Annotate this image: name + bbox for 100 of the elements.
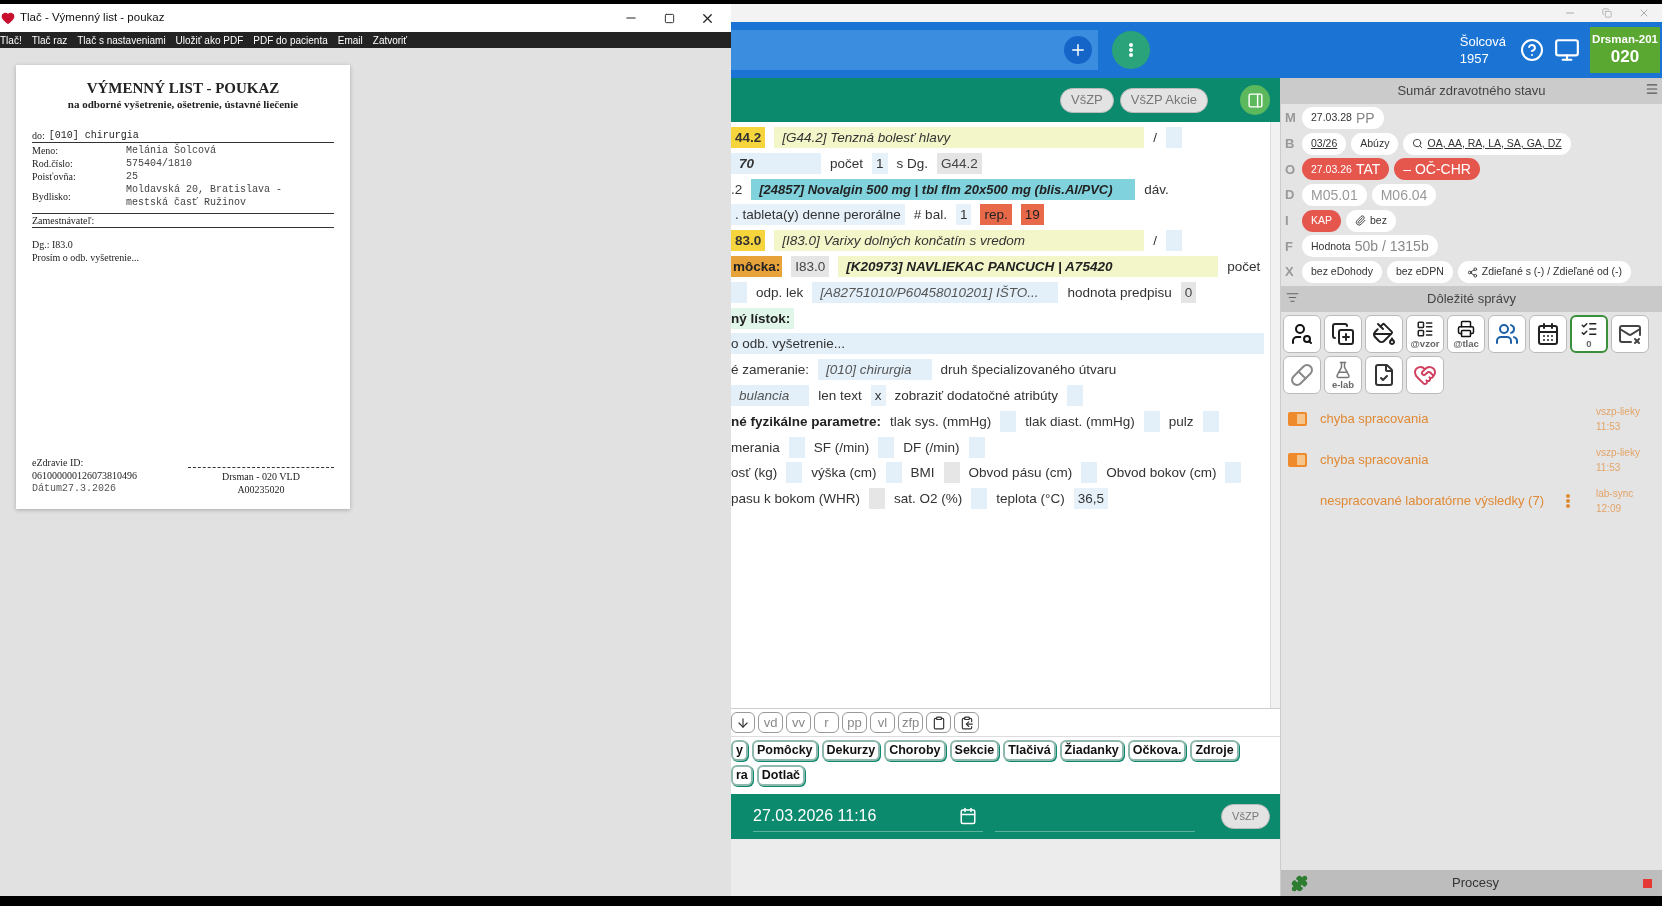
input-field[interactable]: x [870,384,886,406]
input-field[interactable] [1225,462,1242,484]
input-field[interactable]: bulancia [731,384,810,406]
input-field[interactable] [943,462,960,484]
move-down-button[interactable] [731,712,755,733]
input-field[interactable] [968,436,985,458]
scrollbar[interactable] [1270,122,1280,708]
product-field[interactable]: [K20973] NAVLIEKAC PANCUCH | A75420 [838,256,1219,277]
edit-button[interactable]: vd [758,712,783,733]
menu-item[interactable]: Uložiť ako PDF [175,32,244,48]
summary-chip[interactable]: Abúzy [1351,132,1399,155]
input-field[interactable] [1067,384,1083,406]
section-tab[interactable]: y [731,740,748,761]
puzzle-icon[interactable] [1291,874,1308,892]
menu-icon[interactable] [1645,82,1659,96]
edit-button[interactable]: r [814,712,839,733]
section-tab[interactable]: Zdroje [1190,740,1239,761]
tool-tile[interactable]: @vzor [1406,315,1444,354]
input-field[interactable]: . tableta(y) denne perorálne [731,204,905,226]
summary-chip[interactable]: KAP [1302,209,1341,232]
menu-item[interactable]: Email [337,32,363,48]
summary-chip[interactable]: OA, AA, RA, LA, SA, GA, DZ [1403,132,1571,155]
panel-toggle-button[interactable] [1240,85,1270,115]
filter-icon[interactable] [1286,291,1299,305]
input-field[interactable] [869,488,886,510]
tool-tile[interactable]: @tlac [1447,315,1485,354]
tool-tile[interactable]: e-lab [1324,356,1362,395]
tool-tile[interactable] [1324,315,1362,354]
input-field[interactable]: 36,5 [1073,488,1108,510]
diagnosis-field[interactable]: [I83.0] Varixy dolných končatín s vredom [774,230,1145,252]
insurer-button[interactable]: VšZP [1059,87,1114,113]
edit-button[interactable]: zfp [898,712,924,733]
section-tab[interactable]: Žiadanky [1059,740,1124,761]
monitor-icon[interactable] [1554,37,1580,63]
tool-tile[interactable] [1406,356,1444,395]
input-field[interactable] [971,488,988,510]
edit-button[interactable]: vl [870,712,895,733]
section-tab[interactable]: ra [731,765,753,786]
menu-item[interactable]: Zatvoriť [372,32,408,48]
section-tab[interactable]: Dekurzy [821,740,881,761]
tool-tile[interactable] [1488,315,1526,354]
add-button[interactable] [1064,36,1092,64]
close-icon[interactable] [1638,7,1650,19]
summary-chip[interactable]: 03/26 [1302,132,1347,155]
input-field[interactable]: 1 [872,152,888,174]
tool-tile[interactable] [1283,315,1321,354]
tool-tile[interactable] [1365,356,1403,395]
more-icon[interactable] [1129,43,1133,57]
input-field[interactable] [786,462,803,484]
more-button[interactable] [1112,31,1150,69]
menu-item[interactable]: Tlač raz [31,32,68,48]
input-field[interactable] [1081,462,1098,484]
tool-tile[interactable] [1365,315,1403,354]
input-field[interactable] [878,436,895,458]
input-field[interactable] [788,436,805,458]
summary-chip[interactable]: 27.03.26 TAT [1302,158,1390,181]
edit-button[interactable]: vv [786,712,811,733]
input-field[interactable] [731,281,747,303]
input-field[interactable]: [010] chirurgia [818,359,932,381]
calendar-icon[interactable] [959,807,977,825]
input-field[interactable] [1202,410,1219,432]
summary-chip[interactable]: bez eDPN [1386,261,1453,284]
note-field[interactable]: o odb. vyšetrenie... [731,333,1264,355]
input-field[interactable] [885,462,902,484]
summary-chip[interactable]: bez eDohody [1302,261,1382,284]
section-tab[interactable]: Dotlač [756,765,806,786]
summary-chip[interactable]: Hodnota 50b / 1315b [1302,235,1438,258]
summary-chip[interactable]: bez [1346,209,1396,232]
restore-icon[interactable] [1602,8,1612,18]
tool-tile[interactable] [1283,356,1321,395]
menu-item[interactable]: Tlač! [0,32,22,48]
section-tab[interactable]: Pomôcky [751,740,818,761]
summary-chip[interactable]: 27.03.28 PP [1302,107,1384,129]
drug-field[interactable]: [24857] Novalgin 500 mg | tbl flm 20x500 mg (blis.Al/PVC) [751,178,1136,200]
more-icon[interactable] [1566,493,1570,508]
stop-icon[interactable] [1643,878,1652,888]
input-field[interactable] [1166,127,1183,148]
summary-chip[interactable]: – OČ-CHR [1394,158,1480,181]
input-field[interactable]: [A82751010/P60458010201] IŠTO... [812,281,1059,303]
diagnosis-field[interactable]: [G44.2] Tenzná bolesť hlavy [774,127,1145,148]
insurer-button[interactable]: VšZP [1221,804,1270,829]
section-tab[interactable]: Tlačivá [1003,740,1056,761]
tool-tile[interactable] [1529,315,1567,354]
clipboard-copy-button[interactable] [954,712,980,733]
help-icon[interactable] [1520,38,1544,62]
input-field[interactable]: 1 [955,204,972,226]
section-tab[interactable]: Sekcie [949,740,1000,761]
date-field[interactable]: 27.03.2026 11:16 [753,801,983,832]
insurer-button[interactable]: VšZP Akcie [1119,87,1208,113]
clipboard-button[interactable] [926,712,952,733]
input-field[interactable] [1166,230,1183,252]
edit-button[interactable]: pp [842,712,867,733]
search-bar[interactable] [731,30,1098,70]
section-tab[interactable]: Choroby [884,740,946,761]
menu-item[interactable]: Tlač s nastaveniami [77,32,166,48]
section-tab[interactable]: Očkova. [1127,740,1187,761]
tool-tile[interactable]: 0 [1570,315,1608,354]
input-field[interactable] [1143,410,1160,432]
input-field[interactable] [1000,410,1017,432]
summary-chip[interactable]: Zdieľané s (-) / Zdieľané od (-) [1457,261,1632,284]
